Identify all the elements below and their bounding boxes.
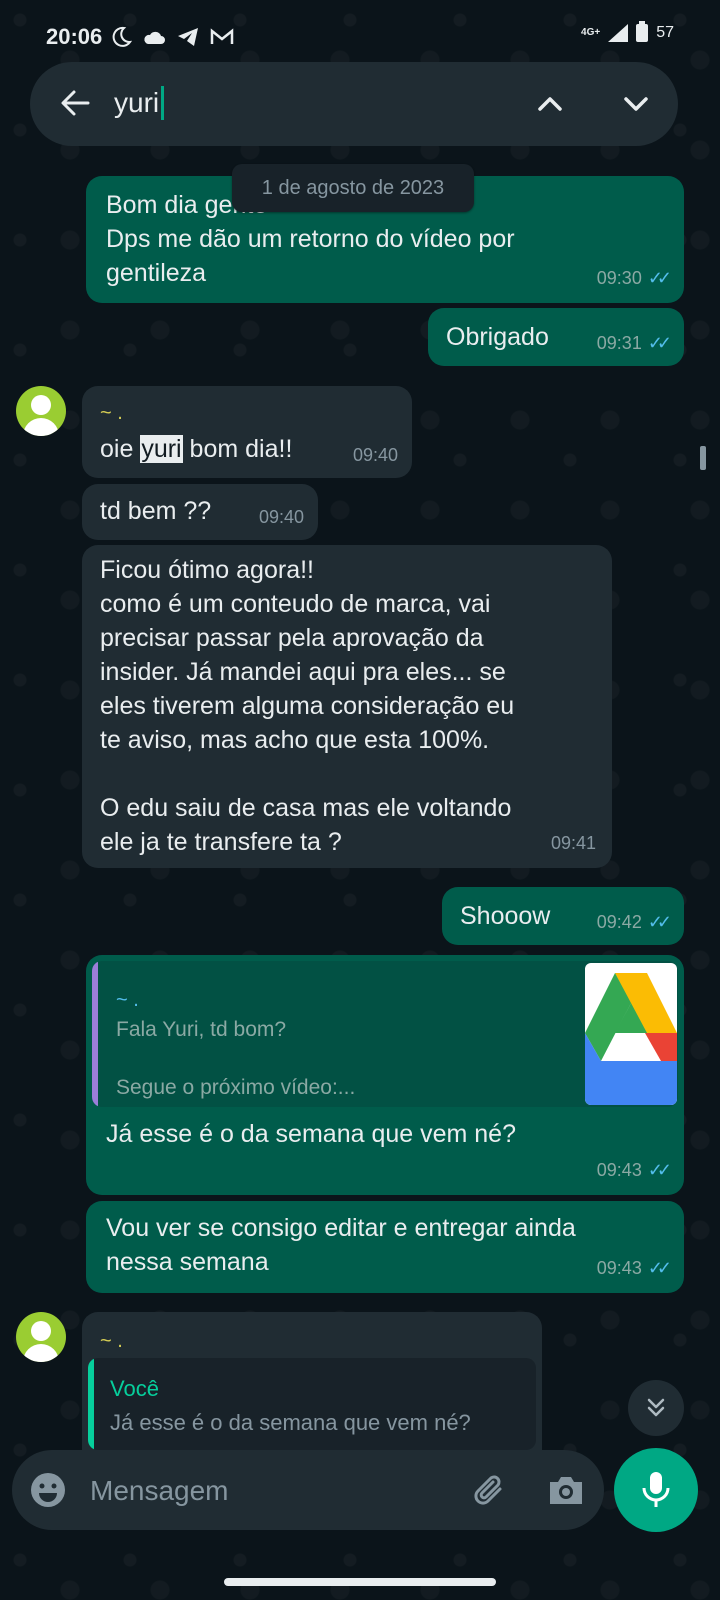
- search-query: yuri: [114, 87, 160, 118]
- message-text: Vou ver se consigo editar e entregar ain…: [106, 1214, 576, 1242]
- camera-icon[interactable]: [546, 1470, 586, 1510]
- message-time: 09:40: [352, 445, 398, 465]
- search-bar: yuri: [30, 62, 678, 146]
- chevron-up-icon[interactable]: [530, 84, 570, 124]
- message-meta: 09:43 ✓✓: [596, 1153, 672, 1187]
- mic-icon: [642, 1472, 670, 1507]
- message-text: oie yuri bom dia!!: [100, 432, 292, 466]
- message-text: Shooow: [460, 902, 551, 930]
- sender-name: ~ .: [100, 402, 123, 424]
- message-time: 09:42: [596, 912, 642, 932]
- back-arrow-icon[interactable]: [58, 86, 92, 120]
- signal-icon: [608, 24, 629, 42]
- avatar[interactable]: [16, 1312, 66, 1362]
- message-meta: 09:41: [551, 826, 596, 860]
- status-time: 20:06: [46, 24, 103, 49]
- telegram-icon: [178, 28, 198, 46]
- message-meta: 09:40: [259, 500, 304, 534]
- gmail-icon: [210, 28, 234, 44]
- message-text: nessa semana: [106, 1248, 269, 1276]
- read-ticks-icon: ✓✓: [647, 333, 672, 353]
- message-text: Obrigado: [446, 323, 549, 351]
- quote-text: Já esse é o da semana que vem né?: [110, 1410, 471, 1435]
- message-time: 09:41: [550, 833, 596, 853]
- battery-icon: [636, 21, 649, 42]
- message-text: Dps me dão um retorno do vídeo por: [106, 225, 515, 253]
- quote-bar: [92, 961, 98, 1107]
- scrollbar-thumb[interactable]: [700, 446, 706, 470]
- status-notification-icons: [110, 26, 234, 48]
- quote-text: Fala Yuri, td bom?: [116, 1018, 287, 1041]
- google-drive-logo-icon: [585, 973, 677, 1105]
- quoted-message[interactable]: Você Já esse é o da semana que vem né?: [88, 1358, 536, 1450]
- emoji-icon[interactable]: [28, 1470, 68, 1510]
- moon-icon: [112, 26, 132, 47]
- cloud-icon: [144, 31, 165, 44]
- message-time: 09:40: [258, 507, 304, 527]
- read-ticks-icon: ✓✓: [647, 1258, 672, 1278]
- quote-bar: [88, 1358, 94, 1450]
- incoming-message[interactable]: td bem ?? 09:40: [82, 484, 318, 540]
- message-text: como é um conteudo de marca, vai: [100, 590, 491, 618]
- message-text: insider. Já mandei aqui pra eles... se: [100, 658, 506, 686]
- quote-sender: Você: [110, 1376, 159, 1401]
- message-meta: 09:42 ✓✓: [596, 905, 672, 939]
- message-time: 09:31: [596, 333, 642, 353]
- search-highlight: yuri: [140, 435, 183, 463]
- message-text: O edu saiu de casa mas ele voltando: [100, 794, 512, 822]
- chevron-down-icon[interactable]: [616, 84, 656, 124]
- message-time: 09:43: [596, 1160, 642, 1180]
- message-text: precisar passar pela aprovação da: [100, 624, 484, 652]
- quote-text: Segue o próximo vídeo:...: [116, 1076, 356, 1099]
- incoming-message[interactable]: Ficou ótimo agora!! como é um conteudo d…: [82, 545, 612, 868]
- message-input[interactable]: [88, 1468, 452, 1514]
- network-type: 4G+: [581, 27, 601, 38]
- incoming-message[interactable]: ~ . oie yuri bom dia!! 09:40: [82, 386, 412, 478]
- message-text: td bem ??: [100, 497, 212, 525]
- message-time: 09:30: [596, 268, 642, 288]
- text-segment: oie: [100, 435, 141, 463]
- double-chevron-down-icon: [647, 1398, 665, 1417]
- incoming-message[interactable]: ~ . Você Já esse é o da semana que vem n…: [82, 1312, 542, 1450]
- home-indicator[interactable]: [224, 1578, 496, 1586]
- read-ticks-icon: ✓✓: [647, 268, 672, 288]
- message-text: ele ja te transfere ta ?: [100, 828, 342, 856]
- read-ticks-icon: ✓✓: [647, 912, 672, 932]
- read-ticks-icon: ✓✓: [647, 1160, 672, 1180]
- message-time: 09:43: [596, 1258, 642, 1278]
- message-text: te aviso, mas acho que esta 100%.: [100, 726, 490, 754]
- battery-level: 57: [656, 24, 674, 41]
- scroll-to-bottom-button[interactable]: [628, 1380, 684, 1436]
- message-text: Já esse é o da semana que vem né?: [106, 1120, 516, 1148]
- quote-sender: ~ .: [116, 989, 139, 1011]
- text-segment: bom dia!!: [182, 435, 293, 463]
- message-composer: [12, 1450, 604, 1530]
- message-meta: 09:40: [353, 438, 398, 472]
- message-meta: 09:30 ✓✓: [596, 261, 672, 295]
- outgoing-message[interactable]: Obrigado 09:31 ✓✓: [428, 308, 684, 366]
- sender-name: ~ .: [100, 1330, 123, 1352]
- status-right: 4G+ 57: [581, 21, 674, 42]
- date-chip: 1 de agosto de 2023: [232, 164, 474, 212]
- google-drive-thumbnail[interactable]: [585, 963, 677, 1105]
- message-text: Ficou ótimo agora!!: [100, 556, 314, 584]
- avatar[interactable]: [16, 386, 66, 436]
- status-bar: 20:06 4G+ 57: [0, 0, 720, 70]
- message-meta: 09:43 ✓✓: [596, 1251, 672, 1285]
- text-caret: [161, 86, 165, 120]
- attach-icon[interactable]: [470, 1470, 510, 1510]
- message-text: eles tiverem alguma consideração eu: [100, 692, 515, 720]
- outgoing-message[interactable]: Vou ver se consigo editar e entregar ain…: [86, 1201, 684, 1293]
- outgoing-message[interactable]: Shooow 09:42 ✓✓: [442, 887, 684, 945]
- search-input[interactable]: yuri: [114, 80, 494, 126]
- message-meta: 09:31 ✓✓: [596, 326, 672, 360]
- message-text: gentileza: [106, 259, 207, 287]
- mic-button[interactable]: [614, 1448, 698, 1532]
